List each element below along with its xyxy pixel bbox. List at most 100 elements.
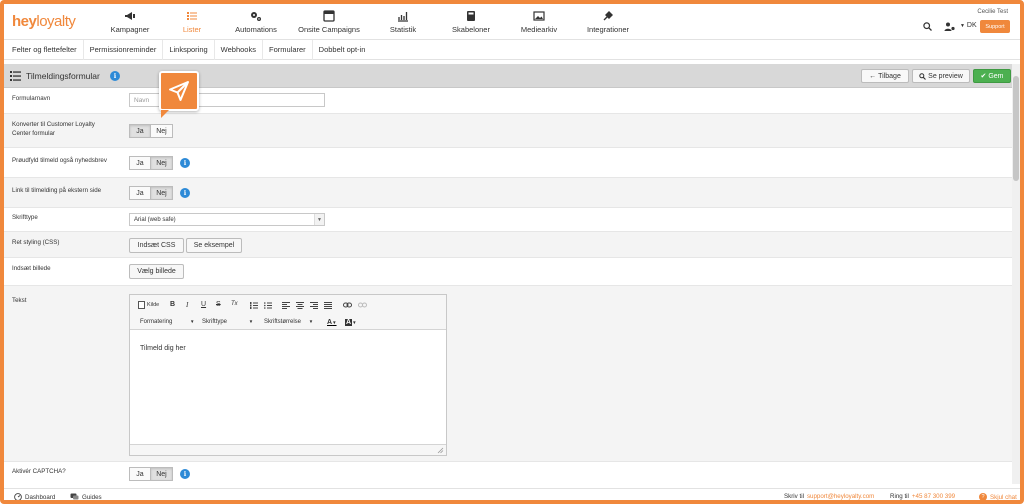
preview-button[interactable]: Se preview <box>912 69 970 83</box>
info-icon[interactable]: i <box>180 469 190 479</box>
numbered-list-icon[interactable] <box>250 302 258 309</box>
clear-format-button[interactable]: Tx <box>231 301 238 307</box>
list-icon <box>187 12 197 20</box>
info-icon[interactable]: i <box>180 188 190 198</box>
captcha-yes[interactable]: Ja <box>129 467 151 481</box>
subnav-dobbelt-opt-in[interactable]: Dobbelt opt-in <box>313 40 372 60</box>
prefill-yes[interactable]: Ja <box>129 156 151 170</box>
dashboard-link[interactable]: Dashboard <box>14 493 55 500</box>
support-button[interactable]: Support <box>980 20 1010 33</box>
editor-content[interactable]: Tilmeld dig her <box>140 345 186 352</box>
guides-link[interactable]: Guides <box>70 493 102 500</box>
nav-automations[interactable]: Automations <box>223 4 289 40</box>
row-font: Skrifttype Arial (web safe) ▼ <box>4 208 1012 232</box>
subnav-formularer[interactable]: Formularer <box>263 39 313 60</box>
css-example-button[interactable]: Se eksempel <box>186 238 242 253</box>
info-icon[interactable]: i <box>110 71 120 81</box>
convert-toggle: Ja Nej <box>129 124 173 138</box>
chat-icon <box>70 493 79 500</box>
bold-button[interactable]: B <box>170 301 175 308</box>
row-prefill: Prøudfyld tilmeld også nyhedsbrev Ja Nej… <box>4 148 1012 178</box>
editor-toolbar: Kilde B I U S Tx Formatering ▼ Skrifttyp… <box>130 295 446 330</box>
heyloyalty-logo[interactable]: heyloyalty <box>12 13 76 30</box>
italic-button[interactable]: I <box>186 301 188 309</box>
hide-chat-button[interactable]: ? Skjul chat <box>979 493 1017 500</box>
caret-down-icon: ▼ <box>314 214 324 225</box>
align-center-icon[interactable] <box>296 302 304 309</box>
image-icon <box>533 11 545 21</box>
search-icon[interactable] <box>923 22 932 31</box>
caret-down-icon: ▼ <box>248 319 254 324</box>
nav-mediearkiv[interactable]: Mediearkiv <box>505 4 573 40</box>
dashboard-icon <box>14 493 22 500</box>
info-icon[interactable]: i <box>180 158 190 168</box>
text-color-button[interactable]: A▼ <box>327 319 337 326</box>
captcha-toggle: Ja Nej <box>129 467 173 481</box>
window-icon <box>323 10 335 22</box>
send-arrow-icon <box>169 81 189 101</box>
captcha-no[interactable]: Nej <box>151 467 173 481</box>
align-right-icon[interactable] <box>310 302 318 309</box>
sub-navigation: Felter og flettefelter Permissionreminde… <box>4 39 1020 60</box>
nav-lister[interactable]: Lister <box>161 4 223 40</box>
resize-handle-icon[interactable] <box>437 447 444 454</box>
bullet-list-icon[interactable] <box>264 302 272 309</box>
external-link-toggle: Ja Nej <box>129 186 173 200</box>
row-image: Indsæt billede Vælg billede <box>4 258 1012 286</box>
help-icon: ? <box>979 493 987 500</box>
font-dropdown[interactable]: Skrifttype ▼ <box>202 319 253 325</box>
external-link-no[interactable]: Nej <box>151 186 173 200</box>
nav-statistik[interactable]: Statistik <box>369 4 437 40</box>
align-left-icon[interactable] <box>282 302 290 309</box>
subnav-webhooks[interactable]: Webhooks <box>215 39 263 60</box>
list-icon <box>10 71 21 81</box>
arrow-left-icon: ← <box>869 72 877 80</box>
form-body: Formularnavn Navn Konverter til Customer… <box>4 88 1012 484</box>
support-email-link[interactable]: support@heyloyalty.com <box>807 493 874 500</box>
convert-yes[interactable]: Ja <box>129 124 151 138</box>
align-justify-icon[interactable] <box>324 302 332 309</box>
caret-down-icon: ▼ <box>308 319 314 324</box>
underline-button[interactable]: U <box>201 301 206 308</box>
subnav-linksporing[interactable]: Linksporing <box>163 39 215 60</box>
nav-skabeloner[interactable]: Skabeloner <box>437 4 505 40</box>
support-email: Skriv til support@heyloyalty.com <box>784 493 875 500</box>
page-scrollbar[interactable] <box>1012 64 1020 484</box>
nav-integrationer[interactable]: Integrationer <box>573 4 643 40</box>
source-button[interactable]: Kilde <box>138 301 159 309</box>
pointer-callout <box>159 71 199 118</box>
background-color-button[interactable]: A▼ <box>345 319 357 326</box>
rich-text-editor: Kilde B I U S Tx Formatering ▼ Skrifttyp… <box>129 294 447 456</box>
font-select[interactable]: Arial (web safe) ▼ <box>129 213 325 226</box>
save-button[interactable]: ✔ Gem <box>973 69 1011 83</box>
nav-kampagner[interactable]: Kampagner <box>99 4 161 40</box>
subnav-permissionreminder[interactable]: Permissionreminder <box>84 39 164 60</box>
row-external-link: Link til tilmelding på ekstern side Ja N… <box>4 178 1012 208</box>
unlink-icon[interactable] <box>358 302 367 308</box>
back-button[interactable]: ← Tilbage <box>861 69 909 83</box>
support-phone-link[interactable]: +45 87 300 399 <box>912 493 955 500</box>
insert-css-button[interactable]: Indsæt CSS <box>129 238 184 253</box>
plug-icon <box>603 11 613 21</box>
user-name: Cecilie Test <box>977 9 1008 15</box>
link-icon[interactable] <box>343 302 352 308</box>
prefill-no[interactable]: Nej <box>151 156 173 170</box>
format-dropdown[interactable]: Formatering ▼ <box>140 319 194 325</box>
row-convert: Konverter til Customer Loyalty Center fo… <box>4 114 1012 148</box>
choose-image-button[interactable]: Vælg billede <box>129 264 184 279</box>
subnav-felter[interactable]: Felter og flettefelter <box>6 39 84 60</box>
chart-icon <box>398 12 408 22</box>
nav-onsite-campaigns[interactable]: Onsite Campaigns <box>289 4 369 40</box>
external-link-yes[interactable]: Ja <box>129 186 151 200</box>
document-icon <box>138 301 145 309</box>
top-navigation: heyloyalty Kampagner Lister Automations … <box>4 4 1020 40</box>
convert-no[interactable]: Nej <box>151 124 173 138</box>
gears-icon <box>251 12 261 21</box>
scrollbar-thumb[interactable] <box>1013 76 1019 181</box>
caret-down-icon: ▼ <box>352 320 357 325</box>
row-css: Ret styling (CSS) Indsæt CSS Se eksempel <box>4 232 1012 258</box>
prefill-toggle: Ja Nej <box>129 156 173 170</box>
strikethrough-button[interactable]: S <box>216 301 221 308</box>
main-menu: Kampagner Lister Automations Onsite Camp… <box>99 4 643 40</box>
font-size-dropdown[interactable]: Skriftstørrelse ▼ <box>264 319 313 325</box>
